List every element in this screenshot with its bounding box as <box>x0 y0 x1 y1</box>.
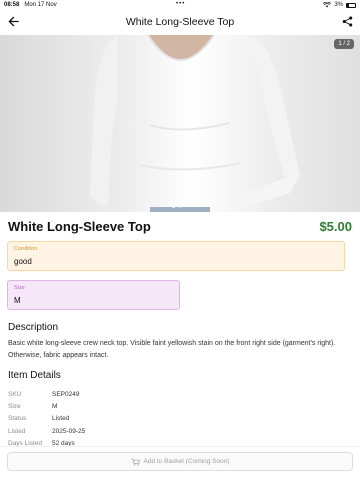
size-label: Size <box>14 285 25 291</box>
condition-value: good <box>14 257 32 266</box>
detail-value: M <box>52 403 58 411</box>
size-card: Size M <box>7 280 180 310</box>
product-image-carousel[interactable]: 1 / 2 <box>0 35 360 212</box>
wifi-icon <box>323 2 332 8</box>
carousel-dots[interactable] <box>172 205 182 208</box>
status-time: 08:58 <box>4 2 20 8</box>
page-title: White Long-Sleeve Top <box>125 16 235 28</box>
arrow-left-icon[interactable] <box>6 14 20 28</box>
product-price: $5.00 <box>319 219 352 234</box>
product-name: White Long-Sleeve Top <box>8 219 151 234</box>
app-bar: White Long-Sleeve Top <box>0 10 360 34</box>
detail-key: Size <box>8 403 21 411</box>
description-text: Basic white long-sleeve crew neck top. V… <box>8 340 336 359</box>
status-bar: 08:58 Mon 17 Nov ••• 3% <box>0 0 360 10</box>
multitask-dots[interactable]: ••• <box>176 1 185 7</box>
carousel-dot[interactable] <box>179 205 182 208</box>
detail-row: Status Listed <box>8 413 208 425</box>
condition-label: Condition <box>14 246 38 252</box>
image-counter: 1 / 2 <box>334 39 354 49</box>
description-heading: Description <box>8 322 59 333</box>
product-header: White Long-Sleeve Top $5.00 <box>8 219 352 234</box>
battery-icon <box>346 2 356 8</box>
add-to-basket-button[interactable]: Add to Basket (Coming Soon) <box>7 452 353 471</box>
detail-key: SKU <box>8 390 22 398</box>
share-icon[interactable] <box>340 14 354 28</box>
item-details-heading: Item Details <box>8 370 61 381</box>
cart-icon <box>130 458 140 466</box>
detail-key: Status <box>8 415 27 423</box>
battery-percent: 3% <box>334 2 343 8</box>
detail-value: Listed <box>52 415 70 423</box>
status-date: Mon 17 Nov <box>24 2 57 8</box>
detail-value: SEP0249 <box>52 390 80 398</box>
item-details-list: SKU SEP0249 Size M Status Listed Listed … <box>8 388 208 450</box>
detail-row: Size M <box>8 400 208 412</box>
detail-row: Listed 2025-09-25 <box>8 425 208 437</box>
size-value: M <box>14 296 21 305</box>
product-photo <box>90 35 300 212</box>
detail-row: SKU SEP0249 <box>8 388 208 400</box>
carousel-dot-active[interactable] <box>172 205 175 208</box>
condition-card: Condition good <box>7 241 345 271</box>
detail-key: Listed <box>8 427 26 435</box>
add-to-basket-label: Add to Basket (Coming Soon) <box>143 458 230 465</box>
detail-value: 2025-09-25 <box>52 427 86 435</box>
